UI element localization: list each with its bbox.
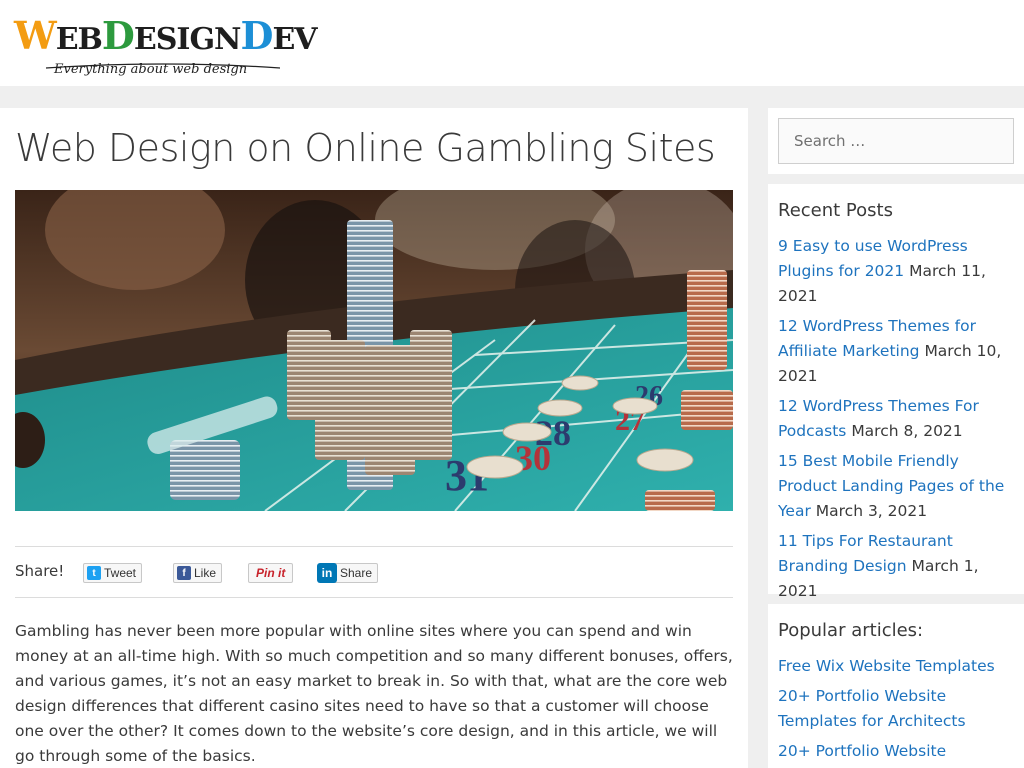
list-item: Free Wix Website Templates: [778, 654, 1018, 679]
post-date: March 3, 2021: [815, 502, 928, 520]
site-logo[interactable]: WEBDESIGNDEV Everything about web design: [14, 13, 318, 78]
list-item: 11 Tips For Restaurant Branding Design M…: [778, 529, 1018, 604]
popular-articles-title: Popular articles:: [778, 620, 924, 641]
popular-article-link[interactable]: 20+ Portfolio Website Templates for Arch…: [778, 687, 966, 730]
search-input[interactable]: [778, 118, 1014, 164]
twitter-icon: t: [87, 566, 101, 580]
recent-posts-widget: Recent Posts 9 Easy to use WordPress Plu…: [768, 184, 1024, 600]
post-intro-paragraph: Gambling has never been more popular wit…: [15, 622, 733, 765]
list-item: 9 Easy to use WordPress Plugins for 2021…: [778, 234, 1018, 309]
popular-article-link[interactable]: 20+ Portfolio Website: [778, 742, 946, 760]
logo-wordmark: WEBDESIGNDEV: [14, 13, 318, 58]
pinit-label: Pin it: [256, 566, 286, 580]
pinit-button[interactable]: Pin it: [248, 563, 294, 583]
tweet-label: Tweet: [104, 566, 137, 580]
post-title: Web Design on Online Gambling Sites: [15, 126, 716, 170]
list-item: 15 Best Mobile Friendly Product Landing …: [778, 449, 1018, 524]
logo-swoosh-icon: [45, 63, 281, 69]
like-button[interactable]: f Like: [173, 563, 223, 583]
search-widget: [768, 108, 1024, 174]
featured-image: 31 28 26 30 27: [15, 190, 733, 511]
site-header: WEBDESIGNDEV Everything about web design: [0, 0, 1024, 86]
facebook-icon: f: [177, 566, 191, 580]
share-label-linkedin: Share: [340, 566, 373, 580]
recent-posts-title: Recent Posts: [778, 200, 893, 221]
list-item: 20+ Portfolio Website: [778, 739, 1018, 764]
post-date: March 8, 2021: [851, 422, 963, 440]
linkedin-icon: in: [317, 563, 337, 583]
tweet-button[interactable]: t Tweet: [83, 563, 143, 583]
main-content: Web Design on Online Gambling Sites 31 2…: [0, 108, 748, 768]
share-bar: Share! t Tweet f Like Pin it in Share: [15, 546, 733, 598]
popular-article-link[interactable]: Free Wix Website Templates: [778, 657, 995, 675]
like-label: Like: [194, 566, 217, 580]
list-item: 12 WordPress Themes for Affiliate Market…: [778, 314, 1018, 389]
linkedin-share-button[interactable]: in Share: [317, 563, 379, 583]
share-label: Share!: [15, 562, 65, 580]
popular-articles-list: Free Wix Website Templates 20+ Portfolio…: [778, 654, 1018, 768]
recent-posts-list: 9 Easy to use WordPress Plugins for 2021…: [778, 234, 1018, 609]
popular-articles-widget: Popular articles: Free Wix Website Templ…: [768, 604, 1024, 768]
list-item: 12 WordPress Themes For Podcasts March 8…: [778, 394, 1018, 444]
list-item: 20+ Portfolio Website Templates for Arch…: [778, 684, 1018, 734]
